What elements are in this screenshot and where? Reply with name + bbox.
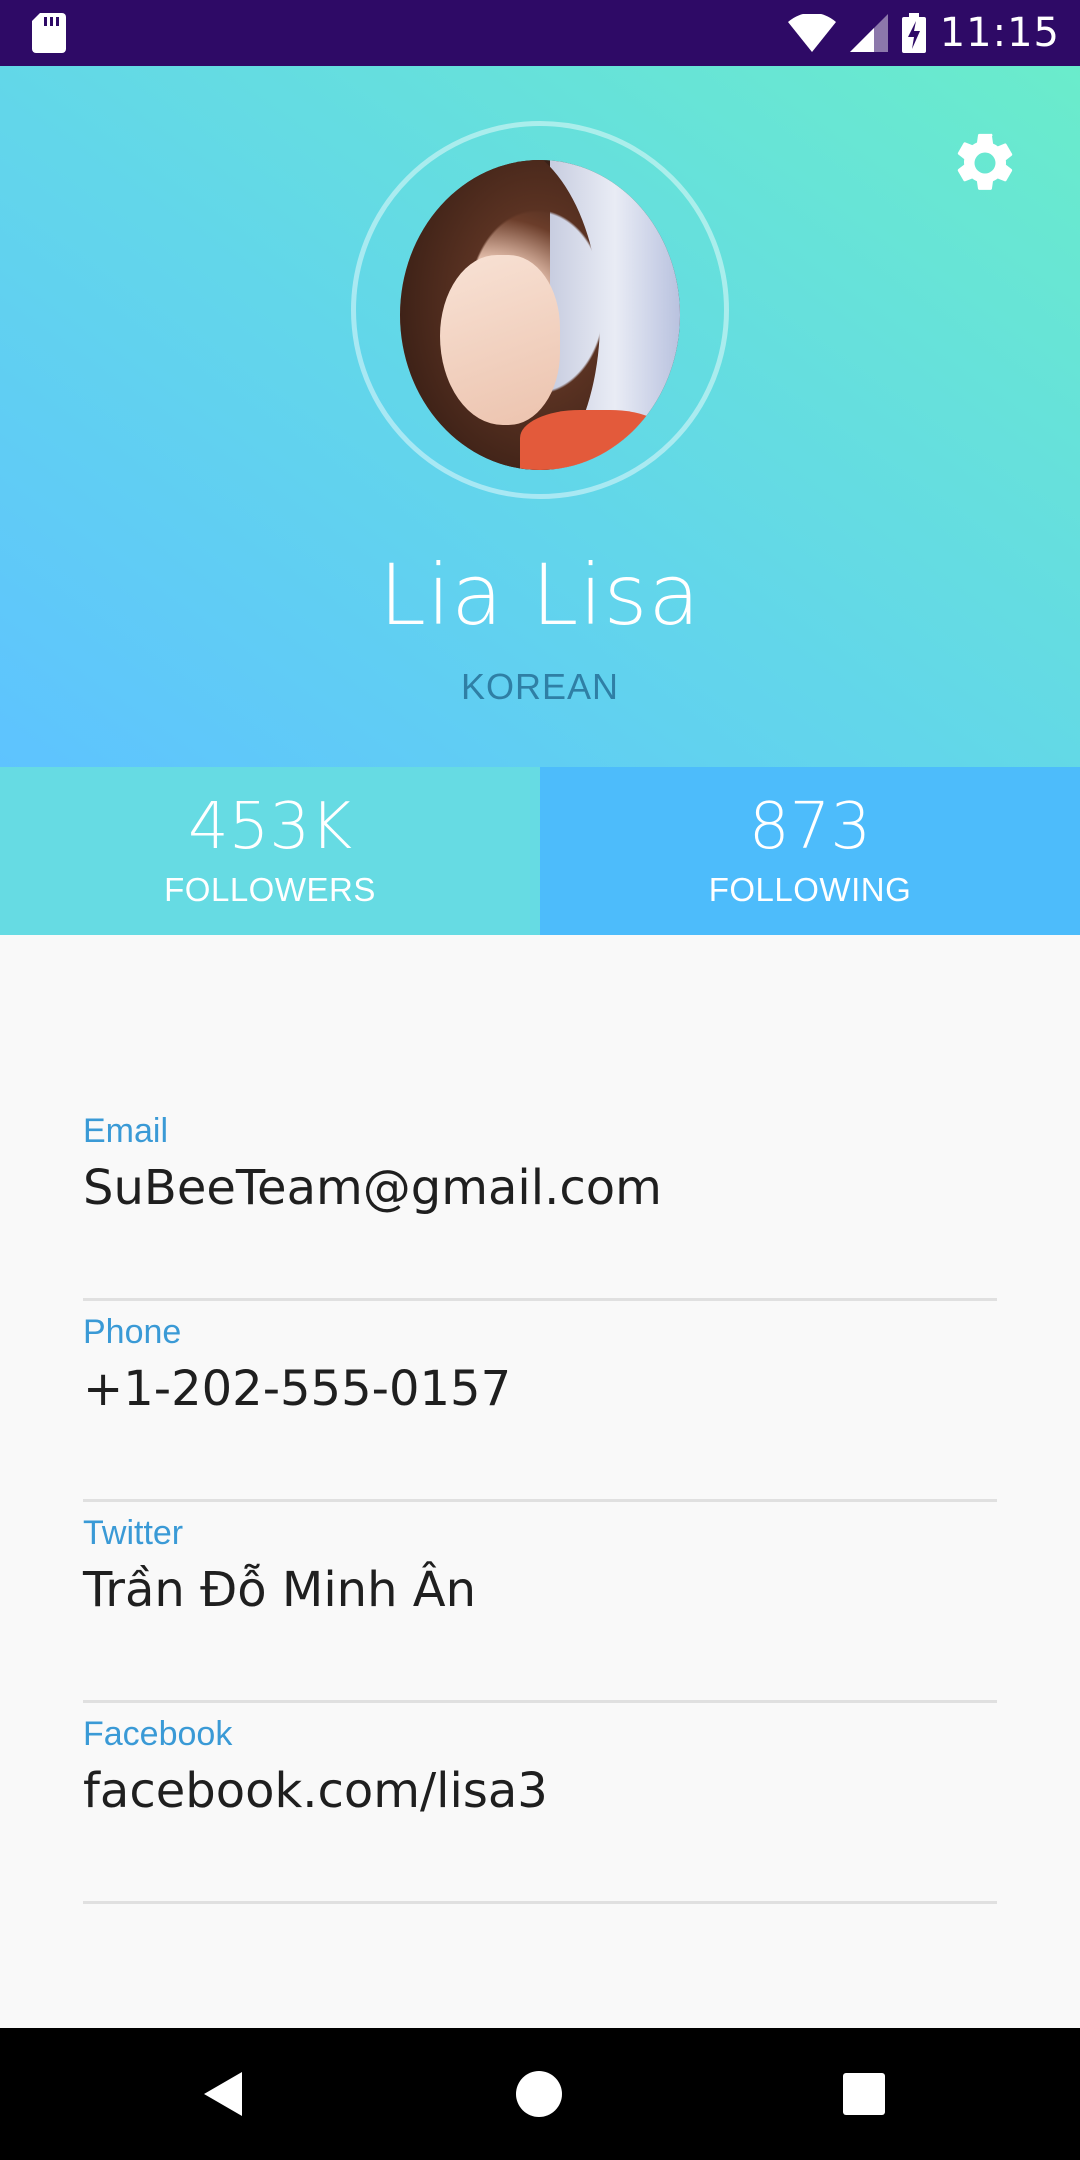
signal-icon xyxy=(849,14,888,52)
info-label: Twitter xyxy=(83,1514,184,1552)
profile-subtitle: KOREAN xyxy=(460,666,620,707)
info-label: Phone xyxy=(83,1313,182,1351)
info-item-email[interactable]: Email SuBeeTeam@gmail.com xyxy=(83,1100,997,1301)
recent-apps-icon[interactable] xyxy=(836,2066,892,2122)
home-icon[interactable] xyxy=(511,2066,567,2122)
following-label: FOLLOWING xyxy=(708,871,912,908)
navigation-bar xyxy=(0,2028,1080,2160)
status-icons: 11:15 xyxy=(787,10,1060,56)
followers-count: 453K xyxy=(187,790,353,864)
info-item-twitter[interactable]: Twitter Trần Đỗ Minh Ân xyxy=(83,1502,997,1703)
settings-gear-icon[interactable] xyxy=(950,128,1020,198)
battery-charging-icon xyxy=(901,13,926,53)
info-label: Facebook xyxy=(83,1715,233,1753)
status-bar: 11:15 xyxy=(0,0,1080,66)
info-item-facebook[interactable]: Facebook facebook.com/lisa3 xyxy=(83,1703,997,1904)
sd-card-icon xyxy=(32,13,66,53)
info-value: Trần Đỗ Minh Ân xyxy=(83,1562,477,1618)
stats-row: 453K FOLLOWERS 873 FOLLOWING xyxy=(0,767,1080,935)
wifi-icon xyxy=(787,14,836,52)
following-stat[interactable]: 873 FOLLOWING xyxy=(540,767,1080,935)
profile-name: Lia Lisa xyxy=(379,546,701,644)
info-value: SuBeeTeam@gmail.com xyxy=(83,1160,662,1216)
back-icon[interactable] xyxy=(196,2066,252,2122)
info-value: facebook.com/lisa3 xyxy=(83,1763,548,1819)
profile-header: Lia Lisa KOREAN xyxy=(0,66,1080,767)
info-item-phone[interactable]: Phone +1-202-555-0157 xyxy=(83,1301,997,1502)
avatar[interactable] xyxy=(400,160,680,470)
followers-stat[interactable]: 453K FOLLOWERS xyxy=(0,767,540,935)
following-count: 873 xyxy=(748,790,872,864)
status-time: 11:15 xyxy=(939,10,1060,56)
info-label: Email xyxy=(83,1112,169,1150)
info-value: +1-202-555-0157 xyxy=(83,1361,512,1417)
followers-label: FOLLOWERS xyxy=(164,871,376,908)
contact-info-list: Email SuBeeTeam@gmail.com Phone +1-202-5… xyxy=(83,1100,997,1904)
